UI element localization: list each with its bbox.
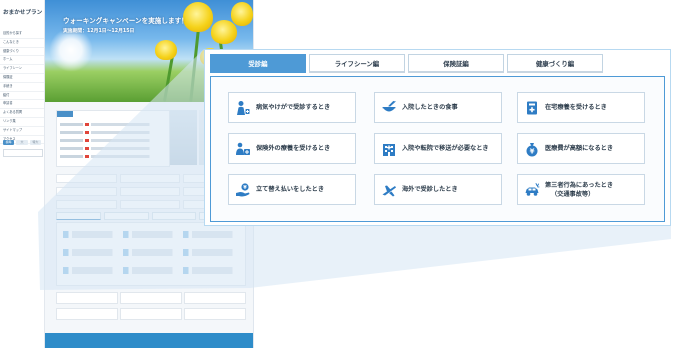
meal-icon bbox=[382, 100, 396, 112]
tab-insurance-card[interactable]: 保険証編 bbox=[408, 54, 504, 73]
card-non-covered-treatment[interactable]: 保険外の療養を受けるとき bbox=[228, 133, 356, 164]
card-reimbursement[interactable]: ¥ 立て替え払いをしたとき bbox=[228, 174, 356, 205]
car-accident-icon bbox=[525, 183, 540, 196]
card-sublabel: （交通事故等） bbox=[551, 190, 595, 198]
home-care-icon bbox=[527, 101, 537, 115]
svg-text:¥: ¥ bbox=[243, 185, 247, 191]
card-label: 入院したときの食事 bbox=[402, 104, 458, 111]
card-home-care[interactable]: 在宅療養を受けるとき bbox=[517, 92, 645, 123]
card-label: 第三者行為にあったとき （交通事故等） bbox=[545, 181, 614, 198]
tab-life-scene[interactable]: ライフシーン編 bbox=[309, 54, 405, 73]
treatment-icon bbox=[236, 142, 250, 155]
card-label: 海外で受診したとき bbox=[402, 186, 458, 193]
card-label: 立て替え払いをしたとき bbox=[256, 186, 325, 193]
tab-consultation[interactable]: 受診編 bbox=[210, 54, 306, 73]
hand-coin-icon: ¥ bbox=[236, 183, 250, 197]
tab-health[interactable]: 健康づくり編 bbox=[507, 54, 603, 73]
card-grid: 病気やけがで受診するとき 入院したときの食事 在宅療養を受けるとき 保険外の療養… bbox=[210, 76, 665, 222]
card-third-party-accident[interactable]: 第三者行為にあったとき （交通事故等） bbox=[517, 174, 645, 205]
doctor-icon bbox=[237, 101, 250, 115]
airplane-icon bbox=[382, 185, 396, 197]
card-label: 在宅療養を受けるとき bbox=[545, 104, 607, 111]
card-illness-injury[interactable]: 病気やけがで受診するとき bbox=[228, 92, 356, 123]
hospital-icon bbox=[383, 144, 395, 156]
card-label: 病気やけがで受診するとき bbox=[256, 104, 331, 111]
card-overseas-treatment[interactable]: 海外で受診したとき bbox=[374, 174, 502, 205]
zoomed-panel: 受診編 ライフシーン編 保険証編 健康づくり編 病気やけがで受診するとき 入院し… bbox=[204, 49, 671, 226]
category-tabs: 受診編 ライフシーン編 保険証編 健康づくり編 bbox=[210, 54, 603, 73]
card-high-medical-cost[interactable]: ¥ 医療費が高額になるとき bbox=[517, 133, 645, 164]
money-bag-icon: ¥ bbox=[526, 143, 538, 157]
card-patient-transfer[interactable]: 入院や転院で移送が必要なとき bbox=[374, 133, 502, 164]
card-hospital-meal[interactable]: 入院したときの食事 bbox=[374, 92, 502, 123]
card-label: 保険外の療養を受けるとき bbox=[256, 145, 331, 152]
card-label: 入院や転院で移送が必要なとき bbox=[402, 145, 489, 152]
card-label: 医療費が高額になるとき bbox=[545, 145, 614, 152]
svg-text:¥: ¥ bbox=[530, 148, 535, 156]
